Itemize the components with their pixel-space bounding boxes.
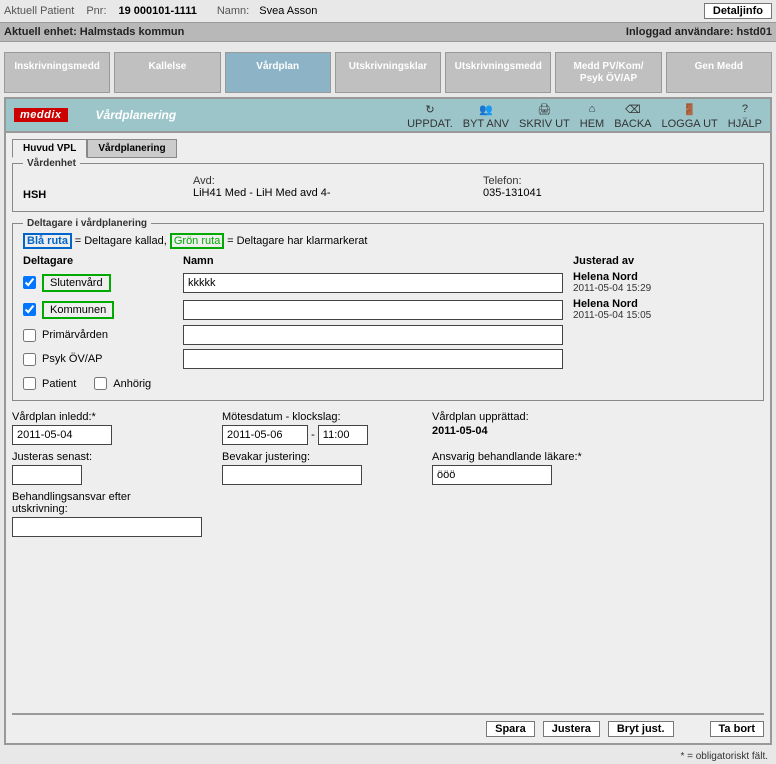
toolbar-bytanv[interactable]: 👥BYT ANV (463, 100, 509, 130)
patient-checkbox[interactable] (23, 377, 36, 390)
skrivut-icon: 🖨 (535, 100, 553, 118)
logged-in-user: Inloggad användare: hstd01 (626, 26, 772, 38)
toolbar-backa[interactable]: ⌫BACKA (614, 100, 651, 130)
nav-tab-0[interactable]: Inskrivningsmedd (4, 52, 110, 93)
upprattad-label: Vårdplan upprättad: (432, 411, 612, 423)
deltagare-checkbox-3[interactable] (23, 353, 36, 366)
toolbar-hjlp[interactable]: ?HJÄLP (728, 100, 762, 130)
patient-header-label: Aktuell Patient (4, 5, 74, 17)
deltagare-tag-0: Slutenvård (42, 274, 111, 292)
justerad-av-time-0: 2011-05-04 15:29 (573, 283, 753, 294)
nav-tab-5[interactable]: Medd PV/Kom/Psyk ÖV/AP (555, 52, 661, 93)
col-namn: Namn (183, 255, 563, 267)
vardenhet-fieldset: Vårdenhet HSH Avd: LiH41 Med - LiH Med a… (12, 158, 764, 212)
meddix-logo: meddix (14, 108, 68, 122)
telefon-label: Telefon: (483, 175, 542, 187)
justerad-av-time-1: 2011-05-04 15:05 (573, 310, 753, 321)
deltagare-legend: Deltagare i vårdplanering (23, 218, 151, 229)
anhorig-label: Anhörig (113, 378, 151, 390)
justerad-av-name-1: Helena Nord (573, 298, 753, 310)
footer-buttons: Spara Justera Bryt just. Ta bort (12, 713, 764, 737)
inner-tabs: Huvud VPLVårdplanering (12, 139, 764, 158)
toolbar-uppdat[interactable]: ↻UPPDAT. (407, 100, 453, 130)
blue-bar: meddix Vårdplanering ↻UPPDAT. 👥BYT ANV 🖨SK… (4, 97, 772, 131)
uppdat-icon: ↻ (421, 100, 439, 118)
spara-button[interactable]: Spara (486, 721, 535, 737)
aktuell-enhet: Aktuell enhet: Halmstads kommun (4, 26, 184, 38)
namn-value: Svea Asson (259, 5, 317, 17)
inner-tab-0[interactable]: Huvud VPL (12, 139, 87, 158)
backa-icon: ⌫ (624, 100, 642, 118)
inledd-label: Vårdplan inledd:* (12, 411, 192, 423)
deltagare-fieldset: Deltagare i vårdplanering Blå ruta = Del… (12, 218, 764, 401)
green-box-tag: Grön ruta (170, 233, 224, 249)
blue-box-tag: Blå ruta (23, 233, 72, 249)
inner-tab-1[interactable]: Vårdplanering (87, 139, 176, 158)
col-justerad: Justerad av (573, 255, 753, 267)
detaljinfo-button[interactable]: Detaljinfo (704, 3, 772, 19)
deltagare-row-3: Psyk ÖV/AP (23, 353, 173, 366)
pnr-value: 19 000101-1111 (119, 5, 197, 17)
deltagare-namn-input-2[interactable] (183, 325, 563, 345)
unit-row: Aktuell enhet: Halmstads kommun Inloggad… (0, 22, 776, 42)
justeras-input[interactable] (12, 465, 82, 485)
nav-tab-4[interactable]: Utskrivningsmedd (445, 52, 551, 93)
deltagare-tag-2: Primärvården (42, 329, 108, 341)
bytanv-icon: 👥 (477, 100, 495, 118)
anhorig-checkbox[interactable] (94, 377, 107, 390)
motesdatum-time-input[interactable] (318, 425, 368, 445)
ta-bort-button[interactable]: Ta bort (710, 721, 764, 737)
toolbar-hem[interactable]: ⌂HEM (580, 100, 604, 130)
bryt-justering-button[interactable]: Bryt just. (608, 721, 674, 737)
deltagare-namn-input-3[interactable] (183, 349, 563, 369)
deltagare-checkbox-0[interactable] (23, 276, 36, 289)
deltagare-row-0: Slutenvård (23, 274, 173, 292)
nav-tab-2[interactable]: Vårdplan (225, 52, 331, 93)
ansvarig-label: Ansvarig behandlande läkare:* (432, 451, 692, 463)
deltagare-row-2: Primärvården (23, 329, 173, 342)
bevakar-input[interactable] (222, 465, 362, 485)
patient-header: Aktuell Patient Pnr: 19 000101-1111 Namn… (0, 0, 776, 22)
toolbar-loggaut[interactable]: 🚪LOGGA UT (662, 100, 718, 130)
hsh-label: HSH (23, 189, 46, 201)
namn-label: Namn: (217, 5, 249, 17)
hem-icon: ⌂ (583, 100, 601, 118)
ansvarig-input[interactable] (432, 465, 552, 485)
inledd-input[interactable] (12, 425, 112, 445)
behandling-label: Behandlingsansvar efter utskrivning: (12, 491, 182, 515)
motesdatum-date-input[interactable] (222, 425, 308, 445)
justera-button[interactable]: Justera (543, 721, 600, 737)
deltagare-namn-input-0[interactable] (183, 273, 563, 293)
bevakar-label: Bevakar justering: (222, 451, 402, 463)
color-legend: Blå ruta = Deltagare kallad, Grön ruta =… (23, 235, 753, 247)
avd-value: LiH41 Med - LiH Med avd 4- (193, 187, 483, 199)
vardenhet-legend: Vårdenhet (23, 158, 80, 169)
toolbar: ↻UPPDAT. 👥BYT ANV 🖨SKRIV UT ⌂HEM ⌫BACKA 🚪LOGG… (407, 100, 762, 130)
justerad-av-name-0: Helena Nord (573, 271, 753, 283)
motesdatum-label: Mötesdatum - klockslag: (222, 411, 402, 423)
loggaut-icon: 🚪 (681, 100, 699, 118)
patient-label: Patient (42, 378, 76, 390)
telefon-value: 035-131041 (483, 187, 542, 199)
deltagare-checkbox-1[interactable] (23, 303, 36, 316)
main-navigation: InskrivningsmeddKallelseVårdplanUtskrivn… (0, 42, 776, 97)
deltagare-namn-input-1[interactable] (183, 300, 563, 320)
upprattad-value: 2011-05-04 (432, 425, 488, 437)
nav-tab-6[interactable]: Gen Medd (666, 52, 772, 93)
toolbar-skrivut[interactable]: 🖨SKRIV UT (519, 100, 570, 130)
col-deltagare: Deltagare (23, 255, 173, 267)
nav-tab-3[interactable]: Utskrivningsklar (335, 52, 441, 93)
behandling-input[interactable] (12, 517, 202, 537)
nav-tab-1[interactable]: Kallelse (114, 52, 220, 93)
obligatorisk-note: * = obligatoriskt fält. (0, 749, 776, 764)
deltagare-tag-1: Kommunen (42, 301, 114, 319)
deltagare-tag-3: Psyk ÖV/AP (42, 353, 103, 365)
deltagare-checkbox-2[interactable] (23, 329, 36, 342)
bluebar-title: Vårdplanering (96, 108, 177, 122)
avd-label: Avd: (193, 175, 483, 187)
justeras-label: Justeras senast: (12, 451, 192, 463)
deltagare-row-1: Kommunen (23, 301, 173, 319)
pnr-label: Pnr: (86, 5, 106, 17)
hjlp-icon: ? (736, 100, 754, 118)
